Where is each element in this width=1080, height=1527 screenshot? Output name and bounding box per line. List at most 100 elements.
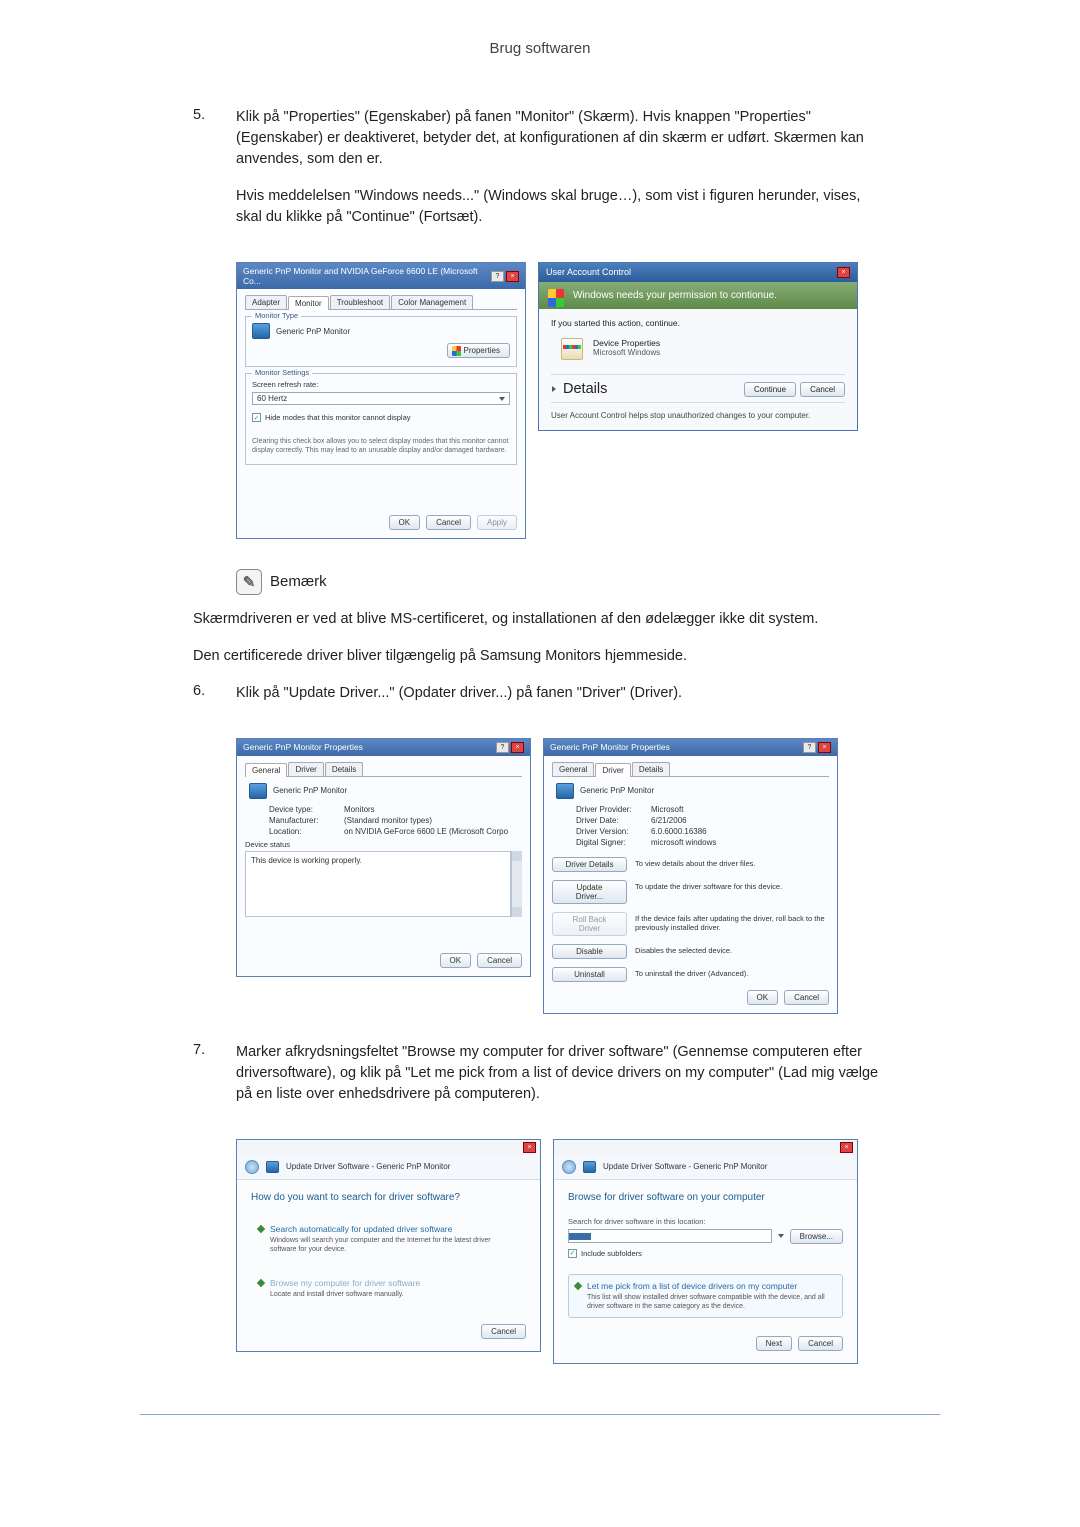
browse-button[interactable]: Browse...	[790, 1229, 843, 1244]
monitor-properties-window: Generic PnP Monitor and NVIDIA GeForce 6…	[236, 262, 526, 539]
note-para-1: Skærmdriveren er ved at blive MS-certifi…	[193, 609, 890, 630]
help-icon[interactable]: ?	[803, 742, 816, 753]
help-icon[interactable]: ?	[491, 271, 504, 282]
chevron-down-icon[interactable]	[552, 386, 556, 392]
tab-driver[interactable]: Driver	[595, 763, 630, 777]
update-driver-button[interactable]: Update Driver...	[552, 880, 627, 904]
location-label: Search for driver software in this locat…	[568, 1217, 843, 1226]
monitor-window-title: Generic PnP Monitor and NVIDIA GeForce 6…	[243, 266, 491, 286]
step-7-para: Marker afkrydsningsfeltet "Browse my com…	[236, 1042, 890, 1105]
device-properties-icon	[561, 338, 583, 360]
monitor-icon	[266, 1161, 279, 1173]
option-browse-computer[interactable]: Browse my computer for driver software L…	[251, 1271, 526, 1306]
uac-title: User Account Control	[546, 267, 631, 278]
option-desc: Locate and install driver software manua…	[270, 1290, 517, 1299]
value-location: on NVIDIA GeForce 6600 LE (Microsoft Cor…	[344, 827, 508, 836]
label-digital-signer: Digital Signer:	[576, 838, 651, 847]
cancel-button[interactable]: Cancel	[481, 1324, 526, 1339]
label-location: Location:	[269, 827, 344, 836]
option-title: Search automatically for updated driver …	[270, 1224, 517, 1234]
uninstall-desc: To uninstall the driver (Advanced).	[635, 967, 829, 982]
tab-driver[interactable]: Driver	[288, 762, 323, 776]
cancel-button[interactable]: Cancel	[784, 990, 829, 1005]
cancel-button[interactable]: Cancel	[800, 382, 845, 397]
close-icon[interactable]: ×	[523, 1142, 536, 1153]
update-driver-wizard-2: × Update Driver Software - Generic PnP M…	[553, 1139, 858, 1364]
back-icon[interactable]	[562, 1160, 576, 1174]
window-title: Generic PnP Monitor Properties	[243, 742, 363, 752]
option-title: Let me pick from a list of device driver…	[587, 1281, 834, 1291]
cancel-button[interactable]: Cancel	[798, 1336, 843, 1351]
uac-line: If you started this action, continue.	[551, 318, 845, 328]
label-device-type: Device type:	[269, 805, 344, 814]
cancel-button[interactable]: Cancel	[426, 515, 471, 530]
location-input[interactable]	[568, 1229, 772, 1243]
tab-general[interactable]: General	[245, 763, 287, 777]
driver-details-button[interactable]: Driver Details	[552, 857, 627, 872]
close-icon[interactable]: ×	[818, 742, 831, 753]
disable-desc: Disables the selected device.	[635, 944, 829, 959]
tab-monitor[interactable]: Monitor	[288, 296, 329, 310]
disable-button[interactable]: Disable	[552, 944, 627, 959]
close-icon[interactable]: ×	[837, 267, 850, 278]
note-heading: Bemærk	[270, 573, 327, 590]
close-icon[interactable]: ×	[506, 271, 519, 282]
include-subfolders-checkbox[interactable]: ✓	[568, 1249, 577, 1258]
ok-button[interactable]: OK	[747, 990, 779, 1005]
refresh-rate-select[interactable]: 60 Hertz	[252, 392, 510, 405]
next-button[interactable]: Next	[756, 1336, 792, 1351]
tab-general[interactable]: General	[552, 762, 594, 776]
label-manufacturer: Manufacturer:	[269, 816, 344, 825]
ok-button[interactable]: OK	[440, 953, 472, 968]
tab-color-management[interactable]: Color Management	[391, 295, 473, 309]
value-manufacturer: (Standard monitor types)	[344, 816, 432, 825]
apply-button[interactable]: Apply	[477, 515, 517, 530]
value-device-type: Monitors	[344, 805, 375, 814]
tab-adapter[interactable]: Adapter	[245, 295, 287, 309]
option-desc: Windows will search your computer and th…	[270, 1236, 517, 1254]
monitor-icon	[252, 323, 270, 339]
scrollbar[interactable]	[511, 851, 522, 917]
monitor-icon	[556, 783, 574, 799]
device-status-box: This device is working properly.	[245, 851, 511, 917]
option-desc: This list will show installed driver sof…	[587, 1293, 834, 1311]
step-5-para-1: Klik på "Properties" (Egenskaber) på fan…	[236, 107, 890, 170]
tab-details[interactable]: Details	[632, 762, 670, 776]
chevron-down-icon	[499, 397, 505, 401]
tab-details[interactable]: Details	[325, 762, 363, 776]
properties-button[interactable]: Properties	[447, 343, 510, 358]
chevron-down-icon[interactable]	[778, 1234, 784, 1238]
uninstall-button[interactable]: Uninstall	[552, 967, 627, 982]
continue-button[interactable]: Continue	[744, 382, 796, 397]
value-driver-date: 6/21/2006	[651, 816, 687, 825]
close-icon[interactable]: ×	[840, 1142, 853, 1153]
breadcrumb: Update Driver Software - Generic PnP Mon…	[603, 1162, 767, 1171]
device-name: Generic PnP Monitor	[580, 786, 654, 795]
uac-window: User Account Control × Windows needs you…	[538, 262, 858, 431]
include-subfolders-label: Include subfolders	[581, 1249, 642, 1258]
label-driver-provider: Driver Provider:	[576, 805, 651, 814]
option-search-auto[interactable]: Search automatically for updated driver …	[251, 1217, 526, 1261]
back-icon[interactable]	[245, 1160, 259, 1174]
device-name: Generic PnP Monitor	[273, 786, 347, 795]
tab-troubleshoot[interactable]: Troubleshoot	[330, 295, 390, 309]
label-driver-date: Driver Date:	[576, 816, 651, 825]
value-driver-version: 6.0.6000.16386	[651, 827, 707, 836]
uac-app-publisher: Microsoft Windows	[593, 348, 660, 357]
monitor-type-group-label: Monitor Type	[252, 311, 301, 320]
roll-back-driver-button[interactable]: Roll Back Driver	[552, 912, 627, 936]
monitor-settings-group-label: Monitor Settings	[252, 368, 312, 377]
hide-modes-checkbox[interactable]: ✓	[252, 413, 261, 422]
close-icon[interactable]: ×	[511, 742, 524, 753]
hide-modes-label: Hide modes that this monitor cannot disp…	[265, 413, 411, 422]
help-icon[interactable]: ?	[496, 742, 509, 753]
uac-details-link[interactable]: Details	[563, 381, 607, 397]
ok-button[interactable]: OK	[389, 515, 421, 530]
driver-details-desc: To view details about the driver files.	[635, 857, 829, 872]
uac-footer: User Account Control helps stop unauthor…	[551, 411, 845, 420]
option-title: Browse my computer for driver software	[270, 1278, 517, 1288]
cancel-button[interactable]: Cancel	[477, 953, 522, 968]
note-para-2: Den certificerede driver bliver tilgænge…	[193, 646, 890, 667]
option-pick-from-list[interactable]: Let me pick from a list of device driver…	[568, 1274, 843, 1318]
roll-back-desc: If the device fails after updating the d…	[635, 912, 829, 936]
